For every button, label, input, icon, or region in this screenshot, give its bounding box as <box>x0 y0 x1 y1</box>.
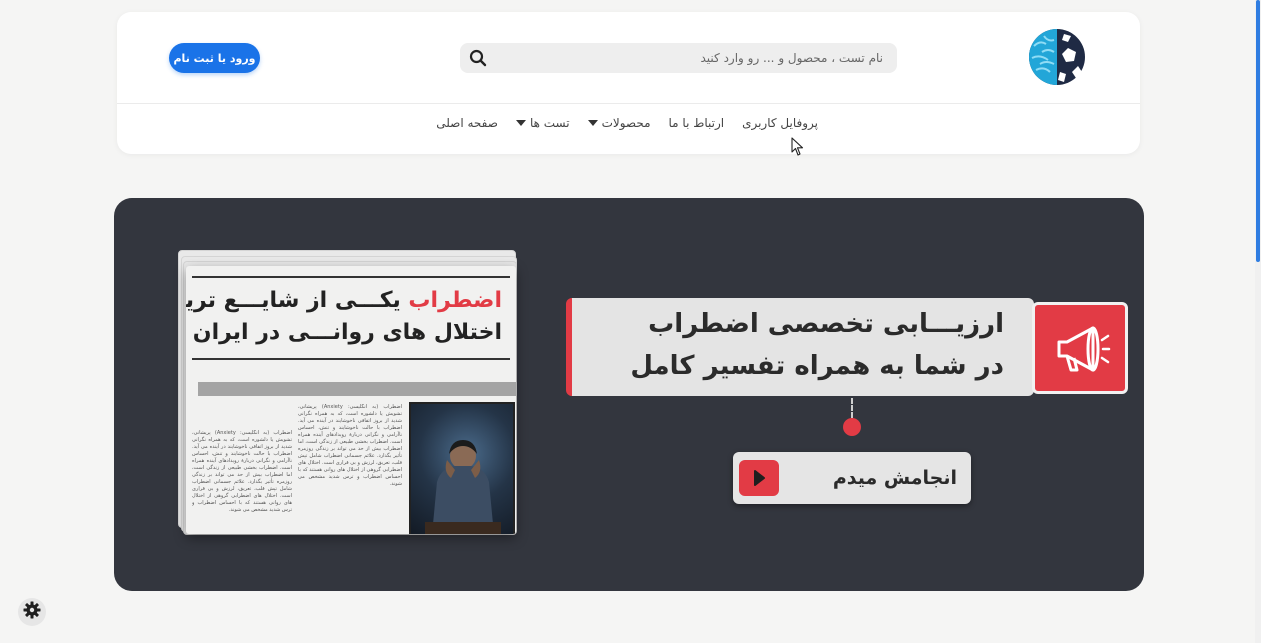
newspaper-text-column: اضطراب (به انگلیسی: Anxiety) پریشانی، تش… <box>192 430 292 513</box>
nav-item-label: صفحه اصلی <box>436 116 498 130</box>
banner-title-callout: ارزیـــابی تخصصی اضطراب در شما به همراه … <box>566 298 1128 396</box>
search-input[interactable] <box>503 43 883 73</box>
search-icon[interactable] <box>468 48 488 68</box>
nav-item-home[interactable]: صفحه اصلی <box>436 116 498 130</box>
brain-soccer-logo-icon[interactable] <box>1024 26 1088 88</box>
nav-item-profile[interactable]: پروفایل کاربری <box>742 116 818 130</box>
nav-item-label: تست ها <box>529 116 570 130</box>
connector-dashed-line <box>851 398 853 418</box>
caret-down-icon <box>587 120 598 126</box>
nav-item-tests[interactable]: تست ها <box>515 116 570 130</box>
login-signup-button[interactable]: ورود یا ثبت نام <box>169 43 260 73</box>
paper-rule <box>192 358 510 360</box>
anxious-man-photo <box>409 402 515 534</box>
nav-item-products[interactable]: محصولات <box>587 116 651 130</box>
start-test-button[interactable]: انجامش میدم <box>733 452 971 504</box>
newspaper-front: اضطراب یکـــی از شایـــع ترین اختلال های… <box>186 266 516 534</box>
connector-dot <box>843 418 861 436</box>
caret-down-icon <box>515 120 526 126</box>
chevron-right-icon <box>739 460 779 496</box>
main-nav: صفحه اصلی تست ها محصولات ارتباط با ما پر… <box>436 116 818 130</box>
settings-button[interactable] <box>18 598 46 626</box>
newspaper-gray-bar <box>198 382 516 396</box>
nav-item-contact[interactable]: ارتباط با ما <box>669 116 725 130</box>
nav-item-label: محصولات <box>601 116 651 130</box>
gear-icon <box>23 601 41 623</box>
megaphone-icon <box>1032 302 1128 394</box>
banner-title-box: ارزیـــابی تخصصی اضطراب در شما به همراه … <box>566 298 1034 396</box>
nav-item-label: پروفایل کاربری <box>742 116 818 130</box>
banner-title-line1: ارزیـــابی تخصصی اضطراب <box>648 309 1004 339</box>
newspaper-headline-line1: اضطراب یکـــی از شایـــع ترین <box>186 288 502 313</box>
mouse-cursor-icon <box>791 137 805 157</box>
header-top-bar: ورود یا ثبت نام <box>117 12 1140 104</box>
paper-rule <box>192 276 510 278</box>
newspaper-headline-line2: اختلال های روانـــی در ایران است <box>186 320 502 345</box>
page-scrollbar-thumb[interactable] <box>1256 0 1260 262</box>
nav-item-label: ارتباط با ما <box>668 116 725 130</box>
start-test-label: انجامش میدم <box>832 467 957 489</box>
site-header: ورود یا ثبت نام صفحه اصلی تست ها محصولات… <box>117 12 1140 154</box>
hero-banner[interactable]: اضطراب یکـــی از شایـــع ترین اختلال های… <box>114 198 1144 591</box>
banner-title-line2: در شما به همراه تفسیر کامل <box>630 351 1004 381</box>
newspaper-text-column: اضطراب (به انگلیسی: Anxiety) پریشانی، تش… <box>298 404 402 487</box>
search-bar <box>460 43 897 73</box>
newspaper-illustration: اضطراب یکـــی از شایـــع ترین اختلال های… <box>176 248 521 535</box>
